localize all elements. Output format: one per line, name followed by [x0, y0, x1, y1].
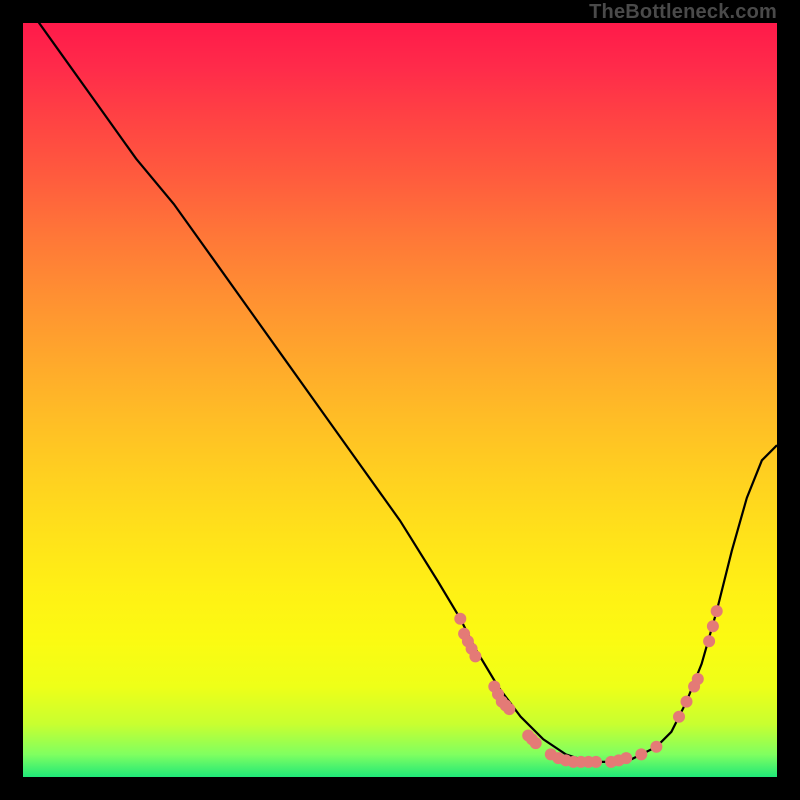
data-marker [590, 756, 602, 768]
data-marker [673, 711, 685, 723]
curve-group [23, 23, 777, 762]
data-marker [503, 703, 515, 715]
plot-area [23, 23, 777, 777]
data-marker [703, 635, 715, 647]
data-marker [469, 650, 481, 662]
data-marker [530, 737, 542, 749]
data-marker [635, 748, 647, 760]
data-marker [650, 741, 662, 753]
markers-group [454, 605, 722, 768]
data-marker [707, 620, 719, 632]
bottleneck-curve [23, 23, 777, 762]
data-marker [454, 613, 466, 625]
data-marker [620, 752, 632, 764]
chart-svg [23, 23, 777, 777]
data-marker [681, 696, 693, 708]
data-marker [711, 605, 723, 617]
watermark-text: TheBottleneck.com [589, 1, 777, 24]
data-marker [692, 673, 704, 685]
